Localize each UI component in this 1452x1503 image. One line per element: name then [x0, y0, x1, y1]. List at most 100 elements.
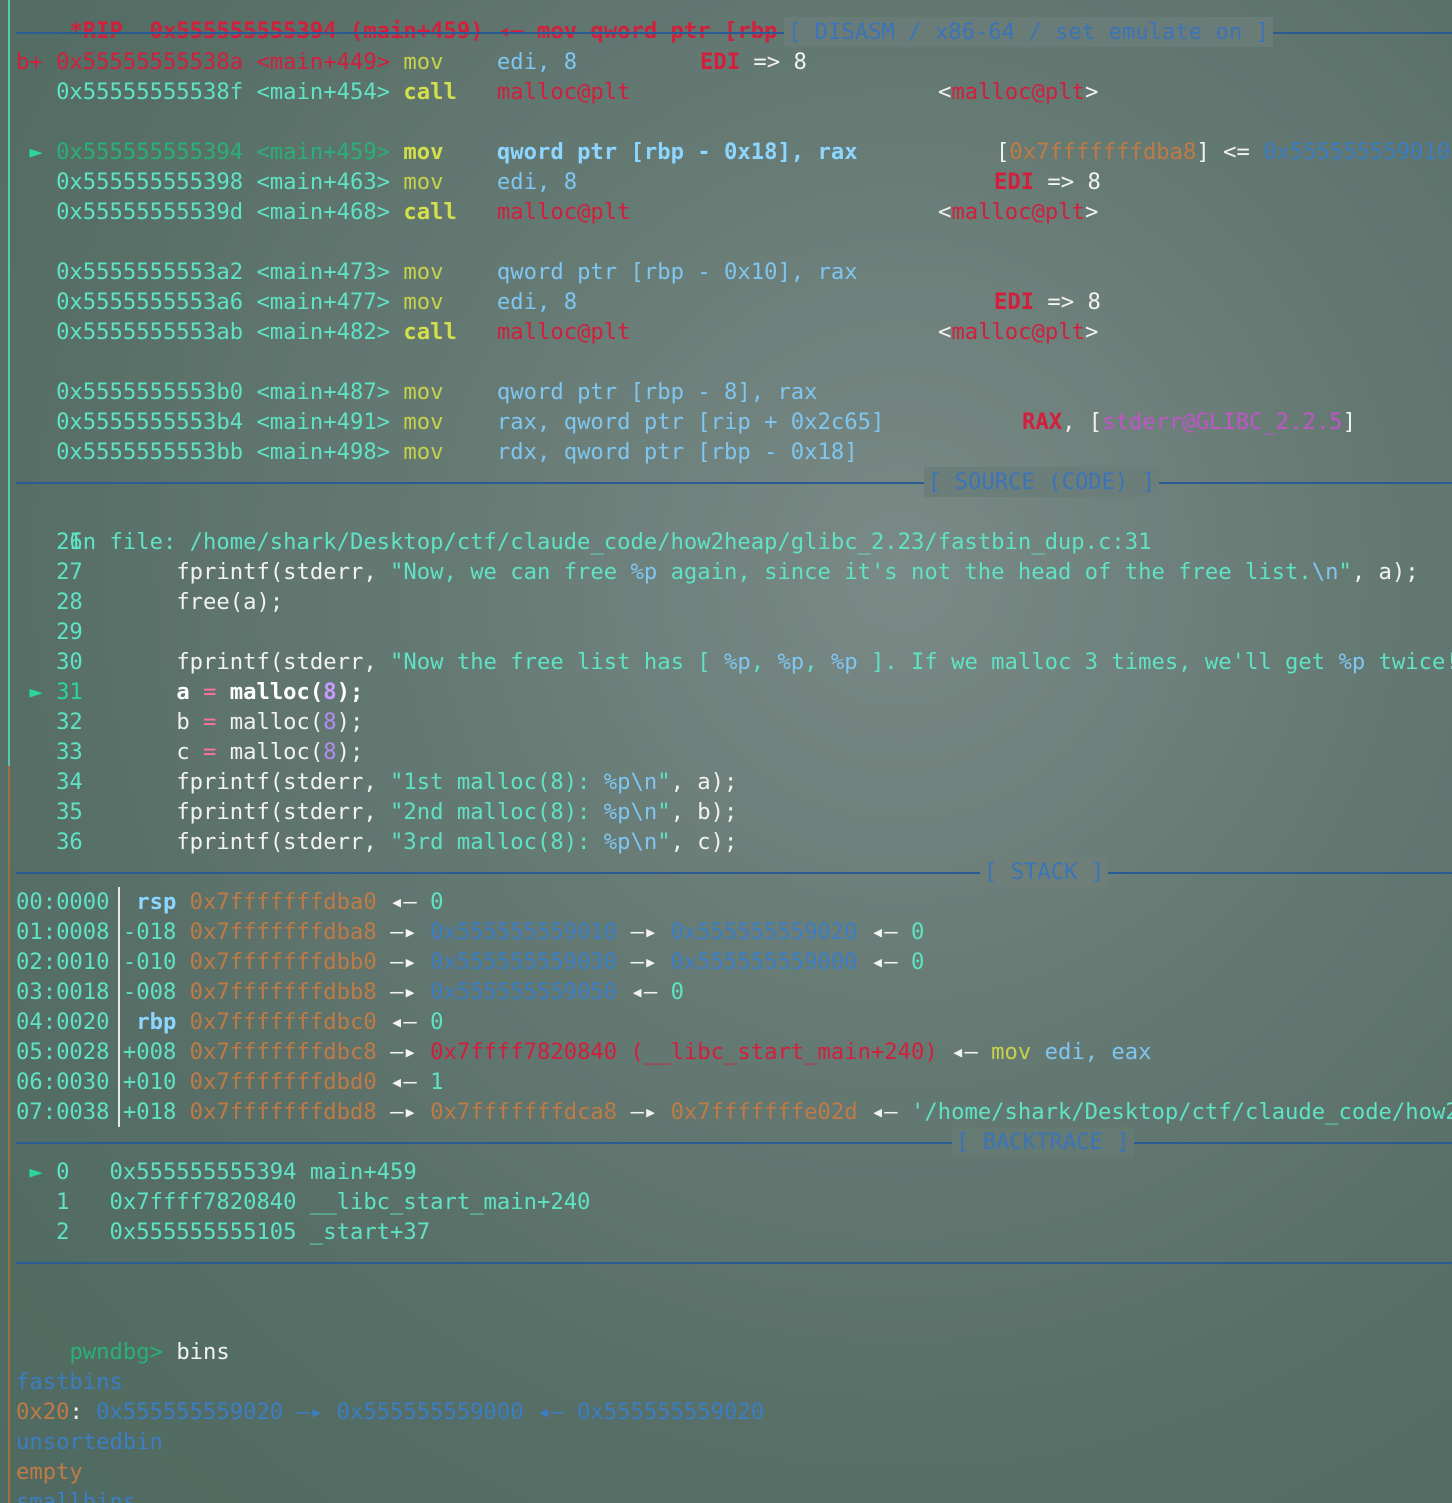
text-span	[377, 1069, 390, 1095]
stack-index: 07:0038	[16, 1099, 110, 1125]
backtrace-index: 1	[56, 1189, 70, 1215]
disasm-symbol: <main+487>	[256, 379, 391, 405]
command-line[interactable]: pwndbg> bins	[16, 1307, 229, 1365]
disasm-operand: rdx, qword ptr [rbp - 0x18]	[496, 439, 858, 465]
annot-br: >	[1084, 79, 1099, 105]
source-line[interactable]: 35 fprintf(stderr, "2nd malloc(8): %p\n"…	[16, 797, 737, 827]
disasm-row[interactable]: b+ 0x55555555538a <main+449> mov edi, 8 E…	[16, 47, 807, 77]
disasm-symbol: <main+477>	[256, 289, 391, 315]
backtrace-symbol: main+459	[309, 1159, 417, 1185]
stack-index: 04:0020	[16, 1009, 110, 1035]
text-span	[243, 319, 256, 345]
stack-row[interactable]: 03:0018 -008 0x7fffffffdbb8 —▸ 0x5555555…	[16, 977, 684, 1007]
rip-line: *RIP 0x555555555394 (main+459) ◂— mov qw…	[16, 0, 951, 44]
disasm-row[interactable]: 0x555555555398 <main+463> mov edi, 8 EDI …	[16, 167, 1101, 197]
disasm-address: 0x555555555394	[56, 139, 244, 165]
text-span	[390, 259, 403, 285]
disasm-row[interactable]: 0x5555555553a6 <main+477> mov edi, 8 EDI …	[16, 287, 1101, 317]
b: ] <=	[1196, 139, 1264, 165]
stack-row[interactable]: 02:0010 -010 0x7fffffffdbb0 —▸ 0x5555555…	[16, 947, 924, 977]
disasm-row[interactable]: 0x55555555538f <main+454> call malloc@pl…	[16, 77, 1098, 107]
terminal-window[interactable]: *RIP 0x555555555394 (main+459) ◂— mov qw…	[0, 0, 1452, 1503]
text-span	[83, 799, 177, 825]
source-line-number: 26	[56, 529, 83, 555]
source-line-number: 30	[56, 649, 83, 675]
annot-br: <	[938, 79, 952, 105]
source-line[interactable]: 33 c = malloc(8);	[16, 737, 363, 767]
stack-offset: -018	[122, 919, 177, 945]
source-line[interactable]: 27 fprintf(stderr, "Now, we can free %p …	[16, 557, 1419, 587]
backtrace-address: 0x555555555394	[109, 1159, 297, 1185]
src-escape: \n	[1311, 559, 1339, 585]
source-line[interactable]: 30 fprintf(stderr, "Now the free list ha…	[16, 647, 1452, 677]
text-span	[69, 1219, 109, 1245]
text-span	[377, 1099, 390, 1125]
source-line[interactable]: 32 b = malloc(8);	[16, 707, 363, 737]
b: , [	[1062, 409, 1103, 435]
src-fn: malloc(	[229, 739, 324, 765]
p: (	[309, 679, 324, 705]
b: [	[996, 139, 1010, 165]
stack-row[interactable]: 06:0030 +010 0x7fffffffdbd0 ◂— 1	[16, 1067, 443, 1097]
disasm-address: 0x5555555553a2	[56, 259, 244, 285]
backtrace-frame[interactable]: ► 0 0x555555555394 main+459	[16, 1157, 417, 1187]
disasm-row[interactable]: 0x5555555553b0 <main+487> mov qword ptr …	[16, 377, 817, 407]
text-span	[390, 199, 403, 225]
src-string: ,	[750, 649, 778, 675]
stack-offset: +008	[122, 1039, 177, 1065]
disasm-prefix: b+	[16, 49, 57, 75]
text-span	[83, 589, 177, 615]
disasm-address: 0x5555555553bb	[56, 439, 244, 465]
text-span	[443, 259, 496, 285]
disasm-row[interactable]: 0x55555555539d <main+468> call malloc@pl…	[16, 197, 1098, 227]
stack-row[interactable]: 01:0008 -018 0x7fffffffdba8 —▸ 0x5555555…	[16, 917, 924, 947]
p: );	[336, 679, 364, 705]
stack-row[interactable]: 00:0000 rsp 0x7fffffffdba0 ◂— 0	[16, 887, 443, 917]
disasm-row[interactable]: 0x5555555553b4 <main+491> mov rax, qword…	[16, 407, 1356, 437]
src-string: "3rd malloc(8):	[390, 829, 604, 855]
stack-row[interactable]: 07:0038 +018 0x7fffffffdbd8 —▸ 0x7ffffff…	[16, 1097, 1452, 1127]
backtrace-frame[interactable]: 1 0x7ffff7820840 __libc_start_main+240	[16, 1187, 590, 1217]
disasm-symbol: <main+482>	[256, 319, 391, 345]
disasm-operand: qword ptr [rbp - 0x10], rax	[496, 259, 858, 285]
src-call: fprintf(stderr,	[176, 799, 391, 825]
stack-row[interactable]: 04:0020 rbp 0x7fffffffdbc0 ◂— 0	[16, 1007, 443, 1037]
src-code: free(a);	[176, 589, 284, 615]
source-marker	[16, 739, 56, 765]
src-op: =	[189, 709, 230, 735]
disasm-annotation: RAX, [stderr@GLIBC_2.2.5]	[1022, 407, 1356, 437]
disasm-row-current[interactable]: ► 0x555555555394 <main+459> mov qword pt…	[16, 137, 1450, 167]
source-line-number: 27	[56, 559, 83, 585]
disasm-address: 0x55555555539d	[56, 199, 244, 225]
source-line[interactable]: 26	[16, 527, 176, 557]
source-line[interactable]: 28 free(a);	[16, 587, 283, 617]
src-args: , c);	[670, 829, 738, 855]
text-span	[243, 49, 256, 75]
smallbins-label: smallbins	[16, 1489, 137, 1503]
stack-row[interactable]: 05:0028 +008 0x7fffffffdbc8 —▸ 0x7ffff78…	[16, 1037, 1151, 1067]
disasm-annotation: <malloc@plt>	[938, 77, 1098, 107]
disasm-operand: rax, qword ptr [rip + 0x2c65]	[496, 409, 885, 435]
text-span	[390, 409, 403, 435]
source-line-current[interactable]: ► 31 a = malloc(8);	[16, 677, 363, 707]
command-input[interactable]: bins	[176, 1339, 229, 1365]
backtrace-header: [ BACKTRACE ]	[952, 1127, 1134, 1157]
src-string: "2nd malloc(8):	[390, 799, 604, 825]
annot-val: => 8	[740, 49, 807, 75]
disasm-row[interactable]: 0x5555555553ab <main+482> call malloc@pl…	[16, 317, 1098, 347]
stack-value: 0	[430, 1009, 444, 1035]
src-string: "	[1338, 559, 1352, 585]
text-span	[243, 199, 256, 225]
src-string: "	[657, 769, 671, 795]
source-line[interactable]: 29	[16, 617, 176, 647]
disasm-row[interactable]: 0x5555555553a2 <main+473> mov qword ptr …	[16, 257, 858, 287]
source-line[interactable]: 36 fprintf(stderr, "3rd malloc(8): %p\n"…	[16, 827, 737, 857]
backtrace-frame[interactable]: 2 0x555555555105 _start+37	[16, 1217, 430, 1247]
text-span	[390, 289, 403, 315]
source-line[interactable]: 34 fprintf(stderr, "1st malloc(8): %p\n"…	[16, 767, 737, 797]
text-span	[176, 1039, 189, 1065]
text-span	[390, 319, 403, 345]
disasm-row[interactable]: 0x5555555553bb <main+498> mov rdx, qword…	[16, 437, 858, 467]
text-span	[377, 949, 390, 975]
disasm-mnemonic: mov	[403, 139, 444, 165]
